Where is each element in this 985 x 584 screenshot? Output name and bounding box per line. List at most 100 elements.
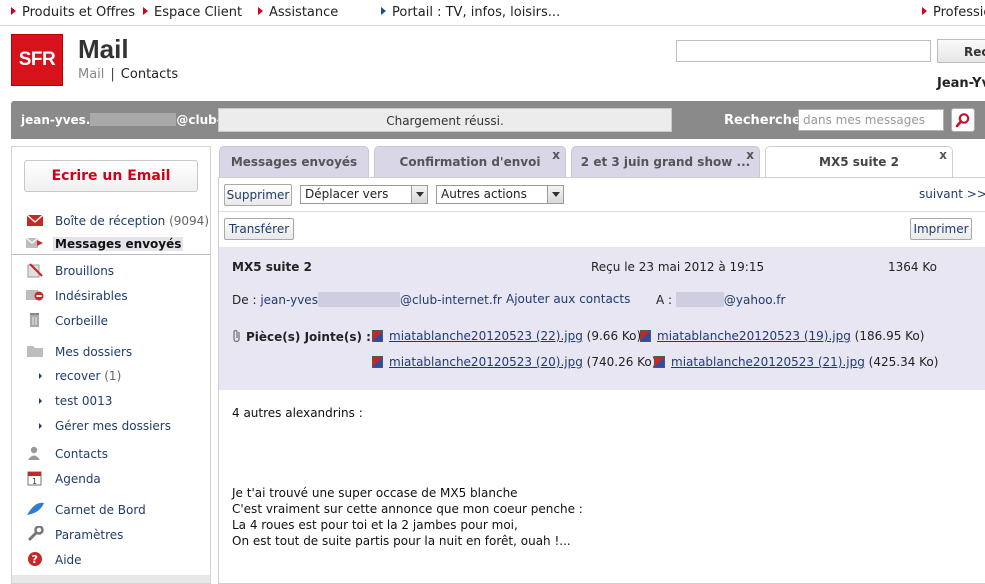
nav-customer-label: Espace Client [154, 5, 243, 20]
tab-grand-show[interactable]: 2 et 3 juin grand show ... x [571, 146, 760, 177]
sent-label: Messages envoyés [53, 237, 184, 251]
attachments-label-text: Pièce(s) Jointe(s) : [246, 330, 371, 344]
search-label: Rechercher [724, 113, 808, 128]
attachment-name[interactable]: miatablanche20120523 (22).jpg [389, 329, 583, 343]
folder-label: test 0013 [55, 394, 113, 408]
forward-button[interactable]: Transférer [224, 218, 294, 240]
print-button[interactable]: Imprimer [910, 218, 972, 240]
nav-customer-space[interactable]: Espace Client [143, 5, 242, 20]
subnav-contacts[interactable]: Contacts [121, 67, 178, 82]
arrow-icon [381, 7, 386, 15]
sidebar-item-trash[interactable]: Corbeille [12, 310, 210, 332]
redacted-block [675, 292, 724, 307]
body-line: La 4 roues est pour toi et la 2 jambes p… [232, 518, 518, 532]
agenda-label: Agenda [55, 472, 101, 486]
delete-button[interactable]: Supprimer [224, 184, 292, 206]
tab-label: MX5 suite 2 [819, 155, 899, 169]
sidebar-item-help[interactable]: ? Aide [12, 549, 210, 571]
nav-portal[interactable]: Portail : TV, infos, loisirs... [381, 5, 560, 20]
nav-professional[interactable]: Professio [922, 5, 985, 20]
svg-text:1: 1 [32, 477, 37, 486]
other-actions-select[interactable]: Autres actions [436, 185, 564, 204]
sidebar-item-settings[interactable]: Paramètres [12, 524, 210, 546]
arrow-icon [143, 7, 148, 15]
close-icon[interactable]: x [939, 148, 947, 162]
inbox-label: Boîte de réception [55, 214, 166, 228]
status-message: Chargement réussi. [218, 108, 672, 132]
sidebar-item-sent[interactable]: Messages envoyés [12, 233, 210, 255]
attachments-label: Pièce(s) Jointe(s) : [232, 329, 371, 344]
sent-icon [26, 237, 43, 248]
sidebar-item-spam[interactable]: Indésirables [12, 285, 210, 307]
chevron-down-icon [547, 186, 563, 203]
sidebar-folder-recover[interactable]: recover (1) [12, 366, 210, 386]
sidebar-folder-test[interactable]: test 0013 [12, 391, 210, 411]
search-icon [955, 113, 970, 128]
folder-label: recover [55, 369, 101, 383]
tab-strip: Messages envoyés Confirmation d'envoi x 2… [218, 146, 985, 178]
trash-icon [30, 313, 39, 327]
from-suffix: @club-internet.fr [399, 293, 502, 307]
top-search-button[interactable]: Rec [937, 39, 985, 63]
top-search-input[interactable] [676, 40, 931, 62]
add-to-contacts-link[interactable]: Ajouter aux contacts [506, 292, 630, 306]
sidebar-item-agenda[interactable]: 1 Agenda [12, 468, 210, 490]
bullet-icon [39, 423, 42, 429]
nav-products[interactable]: Produits et Offres [11, 5, 135, 20]
arrow-icon [258, 7, 263, 15]
user-name: Jean-Yv [937, 76, 985, 91]
from-address[interactable]: jean-yves @club-internet.fr [260, 292, 502, 307]
sidebar-manage-folders[interactable]: Gérer mes dossiers [12, 416, 210, 436]
spam-icon [26, 290, 44, 301]
sidebar-item-inbox[interactable]: Boîte de réception (9094) [12, 210, 210, 232]
redacted-block [90, 113, 177, 126]
message-header: MX5 suite 2 Reçu le 23 mai 2012 à 19:15 … [219, 247, 985, 390]
attachment-name[interactable]: miatablanche20120523 (20).jpg [389, 355, 583, 369]
close-icon[interactable]: x [552, 148, 560, 162]
compose-button[interactable]: Ecrire un Email [24, 160, 198, 192]
to-address[interactable]: @yahoo.fr [675, 292, 785, 307]
contacts-label: Contacts [55, 447, 108, 461]
subnav-mail[interactable]: Mail [78, 67, 104, 82]
message-panel: Supprimer Déplacer vers Autres actions s… [218, 177, 985, 584]
sidebar-item-logbook[interactable]: Carnet de Bord [12, 499, 210, 521]
message-from: De : jean-yves @club-internet.fr [232, 292, 502, 307]
nav-products-label: Produits et Offres [22, 5, 135, 20]
move-to-select[interactable]: Déplacer vers [300, 185, 428, 204]
folder-count: (1) [104, 369, 122, 383]
attachment-name[interactable]: miatablanche20120523 (21).jpg [671, 355, 865, 369]
attachment-name[interactable]: miatablanche20120523 (19).jpg [657, 329, 851, 343]
attachment-item[interactable]: miatablanche20120523 (22).jpg (9.66 Ko) [372, 329, 641, 343]
calendar-icon: 1 [27, 471, 42, 486]
close-icon[interactable]: x [746, 148, 754, 162]
sidebar-item-drafts[interactable]: Brouillons [12, 260, 210, 282]
nav-assistance[interactable]: Assistance [258, 5, 338, 20]
attachment-item[interactable]: miatablanche20120523 (21).jpg (425.34 Ko… [654, 355, 938, 369]
top-navigation: Produits et Offres Espace Client Assista… [0, 0, 985, 26]
sidebar-item-folders[interactable]: Mes dossiers [12, 341, 210, 363]
wrench-icon [27, 526, 44, 542]
move-to-value: Déplacer vers [305, 187, 389, 201]
settings-label: Paramètres [55, 528, 124, 542]
attachment-item[interactable]: miatablanche20120523 (19).jpg (186.95 Ko… [640, 329, 924, 343]
nav-assistance-label: Assistance [269, 5, 339, 20]
tab-send-confirmation[interactable]: Confirmation d'envoi x [374, 146, 566, 177]
message-body: 4 autres alexandrins : Je t'ai trouvé un… [232, 405, 583, 549]
image-file-icon [654, 356, 665, 368]
from-label: De : [232, 293, 257, 307]
inbox-count: (9094) [169, 214, 209, 228]
tab-mx5-suite[interactable]: MX5 suite 2 x [765, 146, 953, 178]
sidebar-item-contacts[interactable]: Contacts [12, 443, 210, 465]
body-line: C'est vraiment sur cette annonce que mon… [232, 502, 583, 516]
search-button[interactable] [951, 108, 975, 132]
subnav-separator: | [110, 67, 115, 82]
message-search-input[interactable]: dans mes messages [798, 109, 944, 131]
chevron-down-icon [411, 186, 427, 203]
image-file-icon [372, 356, 383, 368]
sfr-logo[interactable]: SFR [11, 34, 63, 86]
trash-label: Corbeille [55, 314, 109, 328]
status-bar: jean-yves. @club-in Chargement réussi. Re… [11, 101, 985, 139]
tab-sent-messages[interactable]: Messages envoyés [219, 146, 369, 177]
attachment-item[interactable]: miatablanche20120523 (20).jpg (740.26 Ko… [372, 355, 656, 369]
next-link[interactable]: suivant >> [919, 187, 985, 201]
